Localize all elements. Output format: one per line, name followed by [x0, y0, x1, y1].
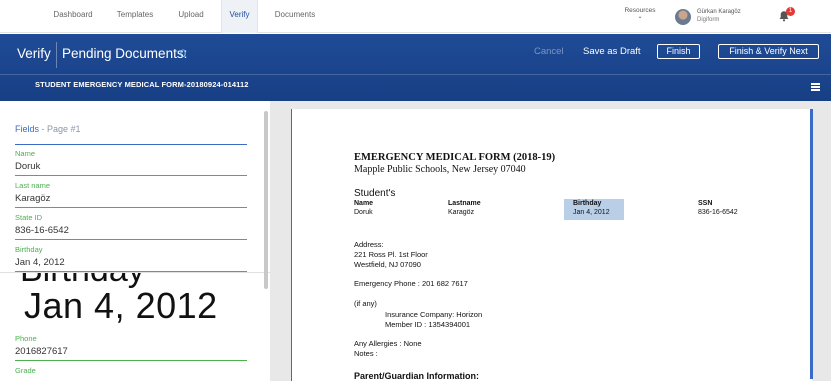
nav-tab-verify[interactable]: Verify [221, 0, 258, 33]
field-state-id[interactable]: State ID 836-16-6542 [15, 213, 247, 240]
doc-notes: Notes : [354, 349, 378, 358]
document-name: STUDENT EMERGENCY MEDICAL FORM-20180924-… [35, 80, 249, 89]
field-label: Birthday [15, 245, 43, 254]
doc-insurance-company: Insurance Company: Horizon [385, 310, 483, 319]
document-scrollbar[interactable] [810, 109, 813, 379]
hamburger-menu-icon[interactable] [811, 83, 820, 91]
header-divider [56, 42, 57, 68]
doc-address-label: Address: [354, 240, 384, 249]
doc-title: EMERGENCY MEDICAL FORM (2018-19) [354, 152, 556, 163]
document-viewer: EMERGENCY MEDICAL FORM (2018-19) Mapple … [270, 101, 831, 381]
doc-col-value: Doruk [354, 209, 373, 216]
nav-tab-dashboard[interactable]: Dashboard [44, 0, 102, 33]
doc-col-header: Name [354, 200, 374, 207]
verify-header: Verify Pending Documents: 0 Cancel Save … [0, 34, 831, 101]
doc-col-value: Jan 4, 2012 [573, 209, 610, 216]
pending-documents-label: Pending Documents: [62, 46, 188, 61]
top-nav: Dashboard Templates Upload Verify Docume… [0, 0, 831, 33]
field-value-input[interactable]: 836-16-6542 [15, 225, 247, 240]
doc-allergies: Any Allergies : None [354, 339, 422, 348]
field-value-input[interactable]: Karagöz [15, 193, 247, 208]
cancel-button[interactable]: Cancel [534, 46, 564, 57]
nav-tab-documents[interactable]: Documents [268, 0, 322, 33]
finish-button[interactable]: Finish [657, 44, 700, 59]
field-label: Last name [15, 181, 51, 190]
user-org: Digiform [697, 17, 720, 23]
resources-menu[interactable]: Resources ⌄ [622, 7, 658, 20]
doc-col-value: 836-16-6542 [698, 209, 738, 216]
finish-verify-next-button[interactable]: Finish & Verify Next [718, 44, 819, 59]
doc-col-header: Birthday [573, 200, 602, 207]
fields-title: Fields - Page #1 [15, 124, 81, 134]
fields-divider [15, 144, 247, 145]
user-name: Gürkan Karagöz [697, 9, 741, 15]
doc-address-line1: 221 Ross Pl. 1st Floor [354, 250, 428, 259]
field-birthday[interactable]: Birthday Jan 4, 2012 [15, 245, 247, 272]
avatar[interactable] [675, 9, 691, 25]
doc-guardian-heading: Parent/Guardian Information: [354, 371, 480, 381]
doc-school: Mapple Public Schools, New Jersey 07040 [354, 164, 526, 175]
notification-badge: 1 [786, 7, 795, 16]
document-page: EMERGENCY MEDICAL FORM (2018-19) Mapple … [291, 109, 812, 381]
field-label: Name [15, 149, 36, 158]
field-last-name[interactable]: Last name Karagöz [15, 181, 247, 208]
field-value-input[interactable]: Jan 4, 2012 [15, 257, 247, 272]
doc-member-id: Member ID : 1354394001 [385, 320, 471, 329]
fields-panel: Fields - Page #1 Name Doruk Last name Ka… [0, 101, 270, 381]
nav-tab-templates[interactable]: Templates [106, 0, 164, 33]
fields-scrollbar[interactable] [264, 111, 268, 289]
field-phone[interactable]: Phone 2016827617 [15, 334, 247, 361]
doc-col-header: SSN [698, 200, 713, 207]
doc-col-value: Karagöz [448, 209, 475, 216]
field-grade[interactable]: Grade [15, 366, 247, 375]
chevron-down-icon: ⌄ [637, 14, 643, 20]
zoom-preview-value: Jan 4, 2012 [24, 285, 218, 326]
doc-address-line2: Westfield, NJ 07090 [354, 260, 421, 269]
doc-students-heading: Student's [354, 188, 396, 199]
fields-title-label: Fields [15, 124, 40, 134]
field-label: State ID [15, 213, 43, 222]
field-label: Grade [15, 366, 36, 375]
doc-col-header: Lastname [448, 200, 481, 207]
field-name[interactable]: Name Doruk [15, 149, 247, 176]
nav-tab-upload[interactable]: Upload [168, 0, 214, 33]
header-separator [0, 74, 831, 75]
field-label: Phone [15, 334, 37, 343]
doc-emergency-phone: Emergency Phone : 201 682 7617 [354, 279, 468, 288]
field-value-input[interactable]: 2016827617 [15, 346, 247, 361]
resources-label: Resources [624, 7, 656, 14]
fields-page-label: - Page #1 [41, 124, 81, 134]
save-draft-button[interactable]: Save as Draft [583, 46, 641, 57]
birthday-zoom-preview: Birthday Jan 4, 2012 [0, 272, 270, 328]
doc-if-any: (if any) [354, 299, 377, 308]
pending-count: 0 [180, 48, 187, 60]
page-title: Verify [17, 46, 51, 61]
field-value-input[interactable]: Doruk [15, 161, 247, 176]
